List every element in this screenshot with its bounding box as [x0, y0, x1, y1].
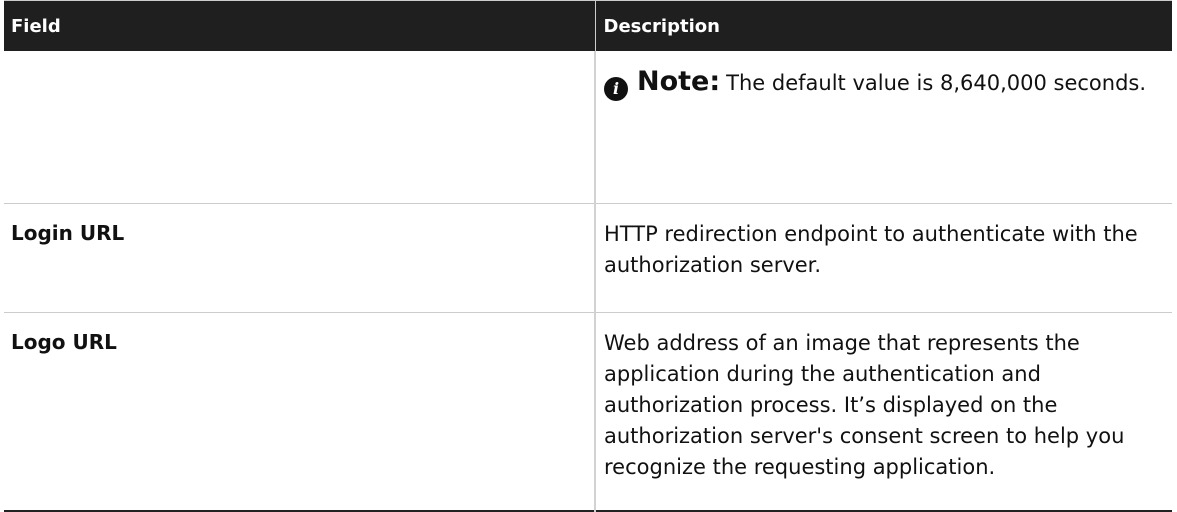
table-row: Logo URL Web address of an image that re… [4, 312, 1172, 512]
info-icon: i [604, 77, 628, 101]
field-name: Login URL [4, 203, 595, 313]
note-callout: i Note: The default value is 8,640,000 se… [604, 66, 1158, 101]
description-cell: Web address of an image that represents … [594, 312, 1172, 512]
table-header-row: Field Description [4, 0, 1172, 51]
description-column-header: Description [594, 0, 1172, 51]
note-label: Note: [637, 66, 721, 97]
table-row: Login URL HTTP redirection endpoint to a… [4, 203, 1172, 313]
description-cell: i Note: The default value is 8,640,000 se… [594, 51, 1172, 204]
field-cell-empty [4, 51, 595, 204]
field-description: Web address of an image that represents … [604, 331, 1125, 479]
description-cell: HTTP redirection endpoint to authenticat… [594, 203, 1172, 313]
field-column-header: Field [4, 0, 595, 51]
fields-table: Field Description i Note: The default val… [4, 0, 1172, 512]
note-text: The default value is 8,640,000 seconds. [726, 71, 1147, 95]
field-name: Logo URL [4, 312, 595, 512]
field-description: HTTP redirection endpoint to authenticat… [604, 222, 1138, 277]
table-row: i Note: The default value is 8,640,000 se… [4, 51, 1172, 204]
